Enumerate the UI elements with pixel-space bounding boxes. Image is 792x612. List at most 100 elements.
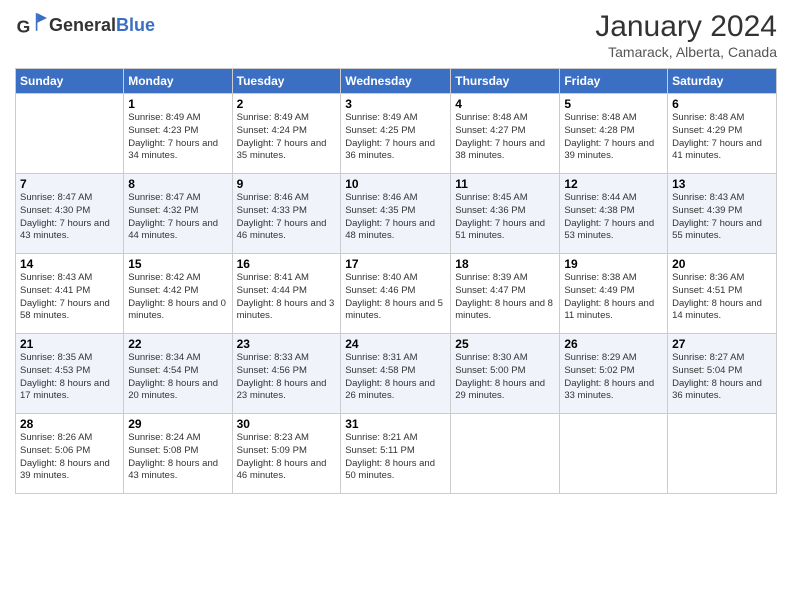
day-info: Sunrise: 8:33 AMSunset: 4:56 PMDaylight:… xyxy=(237,352,337,403)
day-cell: 27Sunrise: 8:27 AMSunset: 5:04 PMDayligh… xyxy=(668,334,777,414)
logo-text: GeneralBlue xyxy=(49,16,155,36)
day-number: 15 xyxy=(128,257,227,271)
day-number: 23 xyxy=(237,337,337,351)
calendar-table: SundayMondayTuesdayWednesdayThursdayFrid… xyxy=(15,68,777,494)
header-row: SundayMondayTuesdayWednesdayThursdayFrid… xyxy=(16,69,777,94)
week-row-5: 28Sunrise: 8:26 AMSunset: 5:06 PMDayligh… xyxy=(16,414,777,494)
month-title: January 2024 xyxy=(595,10,777,44)
week-row-1: 1Sunrise: 8:49 AMSunset: 4:23 PMDaylight… xyxy=(16,94,777,174)
day-cell: 21Sunrise: 8:35 AMSunset: 4:53 PMDayligh… xyxy=(16,334,124,414)
day-cell: 29Sunrise: 8:24 AMSunset: 5:08 PMDayligh… xyxy=(124,414,232,494)
day-info: Sunrise: 8:49 AMSunset: 4:24 PMDaylight:… xyxy=(237,112,337,163)
day-number: 27 xyxy=(672,337,772,351)
day-info: Sunrise: 8:48 AMSunset: 4:29 PMDaylight:… xyxy=(672,112,772,163)
day-info: Sunrise: 8:49 AMSunset: 4:23 PMDaylight:… xyxy=(128,112,227,163)
day-cell: 8Sunrise: 8:47 AMSunset: 4:32 PMDaylight… xyxy=(124,174,232,254)
day-cell: 9Sunrise: 8:46 AMSunset: 4:33 PMDaylight… xyxy=(232,174,341,254)
day-info: Sunrise: 8:45 AMSunset: 4:36 PMDaylight:… xyxy=(455,192,555,243)
day-number: 13 xyxy=(672,177,772,191)
day-cell: 20Sunrise: 8:36 AMSunset: 4:51 PMDayligh… xyxy=(668,254,777,334)
day-number: 19 xyxy=(564,257,663,271)
day-info: Sunrise: 8:43 AMSunset: 4:41 PMDaylight:… xyxy=(20,272,119,323)
day-cell: 13Sunrise: 8:43 AMSunset: 4:39 PMDayligh… xyxy=(668,174,777,254)
day-info: Sunrise: 8:34 AMSunset: 4:54 PMDaylight:… xyxy=(128,352,227,403)
logo-icon: G xyxy=(15,10,47,42)
week-row-4: 21Sunrise: 8:35 AMSunset: 4:53 PMDayligh… xyxy=(16,334,777,414)
day-cell: 6Sunrise: 8:48 AMSunset: 4:29 PMDaylight… xyxy=(668,94,777,174)
day-cell: 22Sunrise: 8:34 AMSunset: 4:54 PMDayligh… xyxy=(124,334,232,414)
day-number: 20 xyxy=(672,257,772,271)
day-cell: 11Sunrise: 8:45 AMSunset: 4:36 PMDayligh… xyxy=(451,174,560,254)
day-info: Sunrise: 8:35 AMSunset: 4:53 PMDaylight:… xyxy=(20,352,119,403)
day-cell: 30Sunrise: 8:23 AMSunset: 5:09 PMDayligh… xyxy=(232,414,341,494)
day-number: 3 xyxy=(345,97,446,111)
day-cell: 24Sunrise: 8:31 AMSunset: 4:58 PMDayligh… xyxy=(341,334,451,414)
day-info: Sunrise: 8:46 AMSunset: 4:35 PMDaylight:… xyxy=(345,192,446,243)
day-info: Sunrise: 8:46 AMSunset: 4:33 PMDaylight:… xyxy=(237,192,337,243)
day-number: 26 xyxy=(564,337,663,351)
day-cell: 16Sunrise: 8:41 AMSunset: 4:44 PMDayligh… xyxy=(232,254,341,334)
day-info: Sunrise: 8:31 AMSunset: 4:58 PMDaylight:… xyxy=(345,352,446,403)
day-info: Sunrise: 8:47 AMSunset: 4:32 PMDaylight:… xyxy=(128,192,227,243)
day-number: 9 xyxy=(237,177,337,191)
svg-text:G: G xyxy=(17,16,31,36)
day-cell: 15Sunrise: 8:42 AMSunset: 4:42 PMDayligh… xyxy=(124,254,232,334)
day-number: 6 xyxy=(672,97,772,111)
col-header-thursday: Thursday xyxy=(451,69,560,94)
day-number: 1 xyxy=(128,97,227,111)
logo-general: General xyxy=(49,15,116,35)
day-cell: 26Sunrise: 8:29 AMSunset: 5:02 PMDayligh… xyxy=(560,334,668,414)
logo: G GeneralBlue xyxy=(15,10,155,42)
day-number: 5 xyxy=(564,97,663,111)
day-info: Sunrise: 8:48 AMSunset: 4:28 PMDaylight:… xyxy=(564,112,663,163)
day-info: Sunrise: 8:23 AMSunset: 5:09 PMDaylight:… xyxy=(237,432,337,483)
day-number: 11 xyxy=(455,177,555,191)
day-info: Sunrise: 8:41 AMSunset: 4:44 PMDaylight:… xyxy=(237,272,337,323)
day-number: 24 xyxy=(345,337,446,351)
col-header-sunday: Sunday xyxy=(16,69,124,94)
day-info: Sunrise: 8:21 AMSunset: 5:11 PMDaylight:… xyxy=(345,432,446,483)
day-cell: 7Sunrise: 8:47 AMSunset: 4:30 PMDaylight… xyxy=(16,174,124,254)
day-cell: 23Sunrise: 8:33 AMSunset: 4:56 PMDayligh… xyxy=(232,334,341,414)
day-info: Sunrise: 8:40 AMSunset: 4:46 PMDaylight:… xyxy=(345,272,446,323)
day-number: 21 xyxy=(20,337,119,351)
day-cell xyxy=(16,94,124,174)
day-number: 22 xyxy=(128,337,227,351)
day-number: 17 xyxy=(345,257,446,271)
title-block: January 2024 Tamarack, Alberta, Canada xyxy=(595,10,777,60)
day-number: 7 xyxy=(20,177,119,191)
day-cell: 12Sunrise: 8:44 AMSunset: 4:38 PMDayligh… xyxy=(560,174,668,254)
day-cell: 14Sunrise: 8:43 AMSunset: 4:41 PMDayligh… xyxy=(16,254,124,334)
day-number: 4 xyxy=(455,97,555,111)
header: G GeneralBlue January 2024 Tamarack, Alb… xyxy=(15,10,777,60)
day-cell xyxy=(560,414,668,494)
day-info: Sunrise: 8:30 AMSunset: 5:00 PMDaylight:… xyxy=(455,352,555,403)
day-cell: 25Sunrise: 8:30 AMSunset: 5:00 PMDayligh… xyxy=(451,334,560,414)
day-info: Sunrise: 8:42 AMSunset: 4:42 PMDaylight:… xyxy=(128,272,227,323)
day-cell: 10Sunrise: 8:46 AMSunset: 4:35 PMDayligh… xyxy=(341,174,451,254)
day-info: Sunrise: 8:38 AMSunset: 4:49 PMDaylight:… xyxy=(564,272,663,323)
day-number: 25 xyxy=(455,337,555,351)
day-cell: 3Sunrise: 8:49 AMSunset: 4:25 PMDaylight… xyxy=(341,94,451,174)
day-cell: 18Sunrise: 8:39 AMSunset: 4:47 PMDayligh… xyxy=(451,254,560,334)
page-container: G GeneralBlue January 2024 Tamarack, Alb… xyxy=(0,0,792,504)
day-info: Sunrise: 8:49 AMSunset: 4:25 PMDaylight:… xyxy=(345,112,446,163)
day-cell: 28Sunrise: 8:26 AMSunset: 5:06 PMDayligh… xyxy=(16,414,124,494)
day-number: 18 xyxy=(455,257,555,271)
day-number: 14 xyxy=(20,257,119,271)
day-number: 28 xyxy=(20,417,119,431)
day-info: Sunrise: 8:24 AMSunset: 5:08 PMDaylight:… xyxy=(128,432,227,483)
day-number: 10 xyxy=(345,177,446,191)
day-number: 30 xyxy=(237,417,337,431)
week-row-3: 14Sunrise: 8:43 AMSunset: 4:41 PMDayligh… xyxy=(16,254,777,334)
day-info: Sunrise: 8:27 AMSunset: 5:04 PMDaylight:… xyxy=(672,352,772,403)
day-number: 8 xyxy=(128,177,227,191)
day-cell: 4Sunrise: 8:48 AMSunset: 4:27 PMDaylight… xyxy=(451,94,560,174)
location: Tamarack, Alberta, Canada xyxy=(595,44,777,60)
col-header-monday: Monday xyxy=(124,69,232,94)
day-number: 31 xyxy=(345,417,446,431)
logo-blue: Blue xyxy=(116,15,155,35)
day-cell xyxy=(668,414,777,494)
day-number: 29 xyxy=(128,417,227,431)
day-cell xyxy=(451,414,560,494)
